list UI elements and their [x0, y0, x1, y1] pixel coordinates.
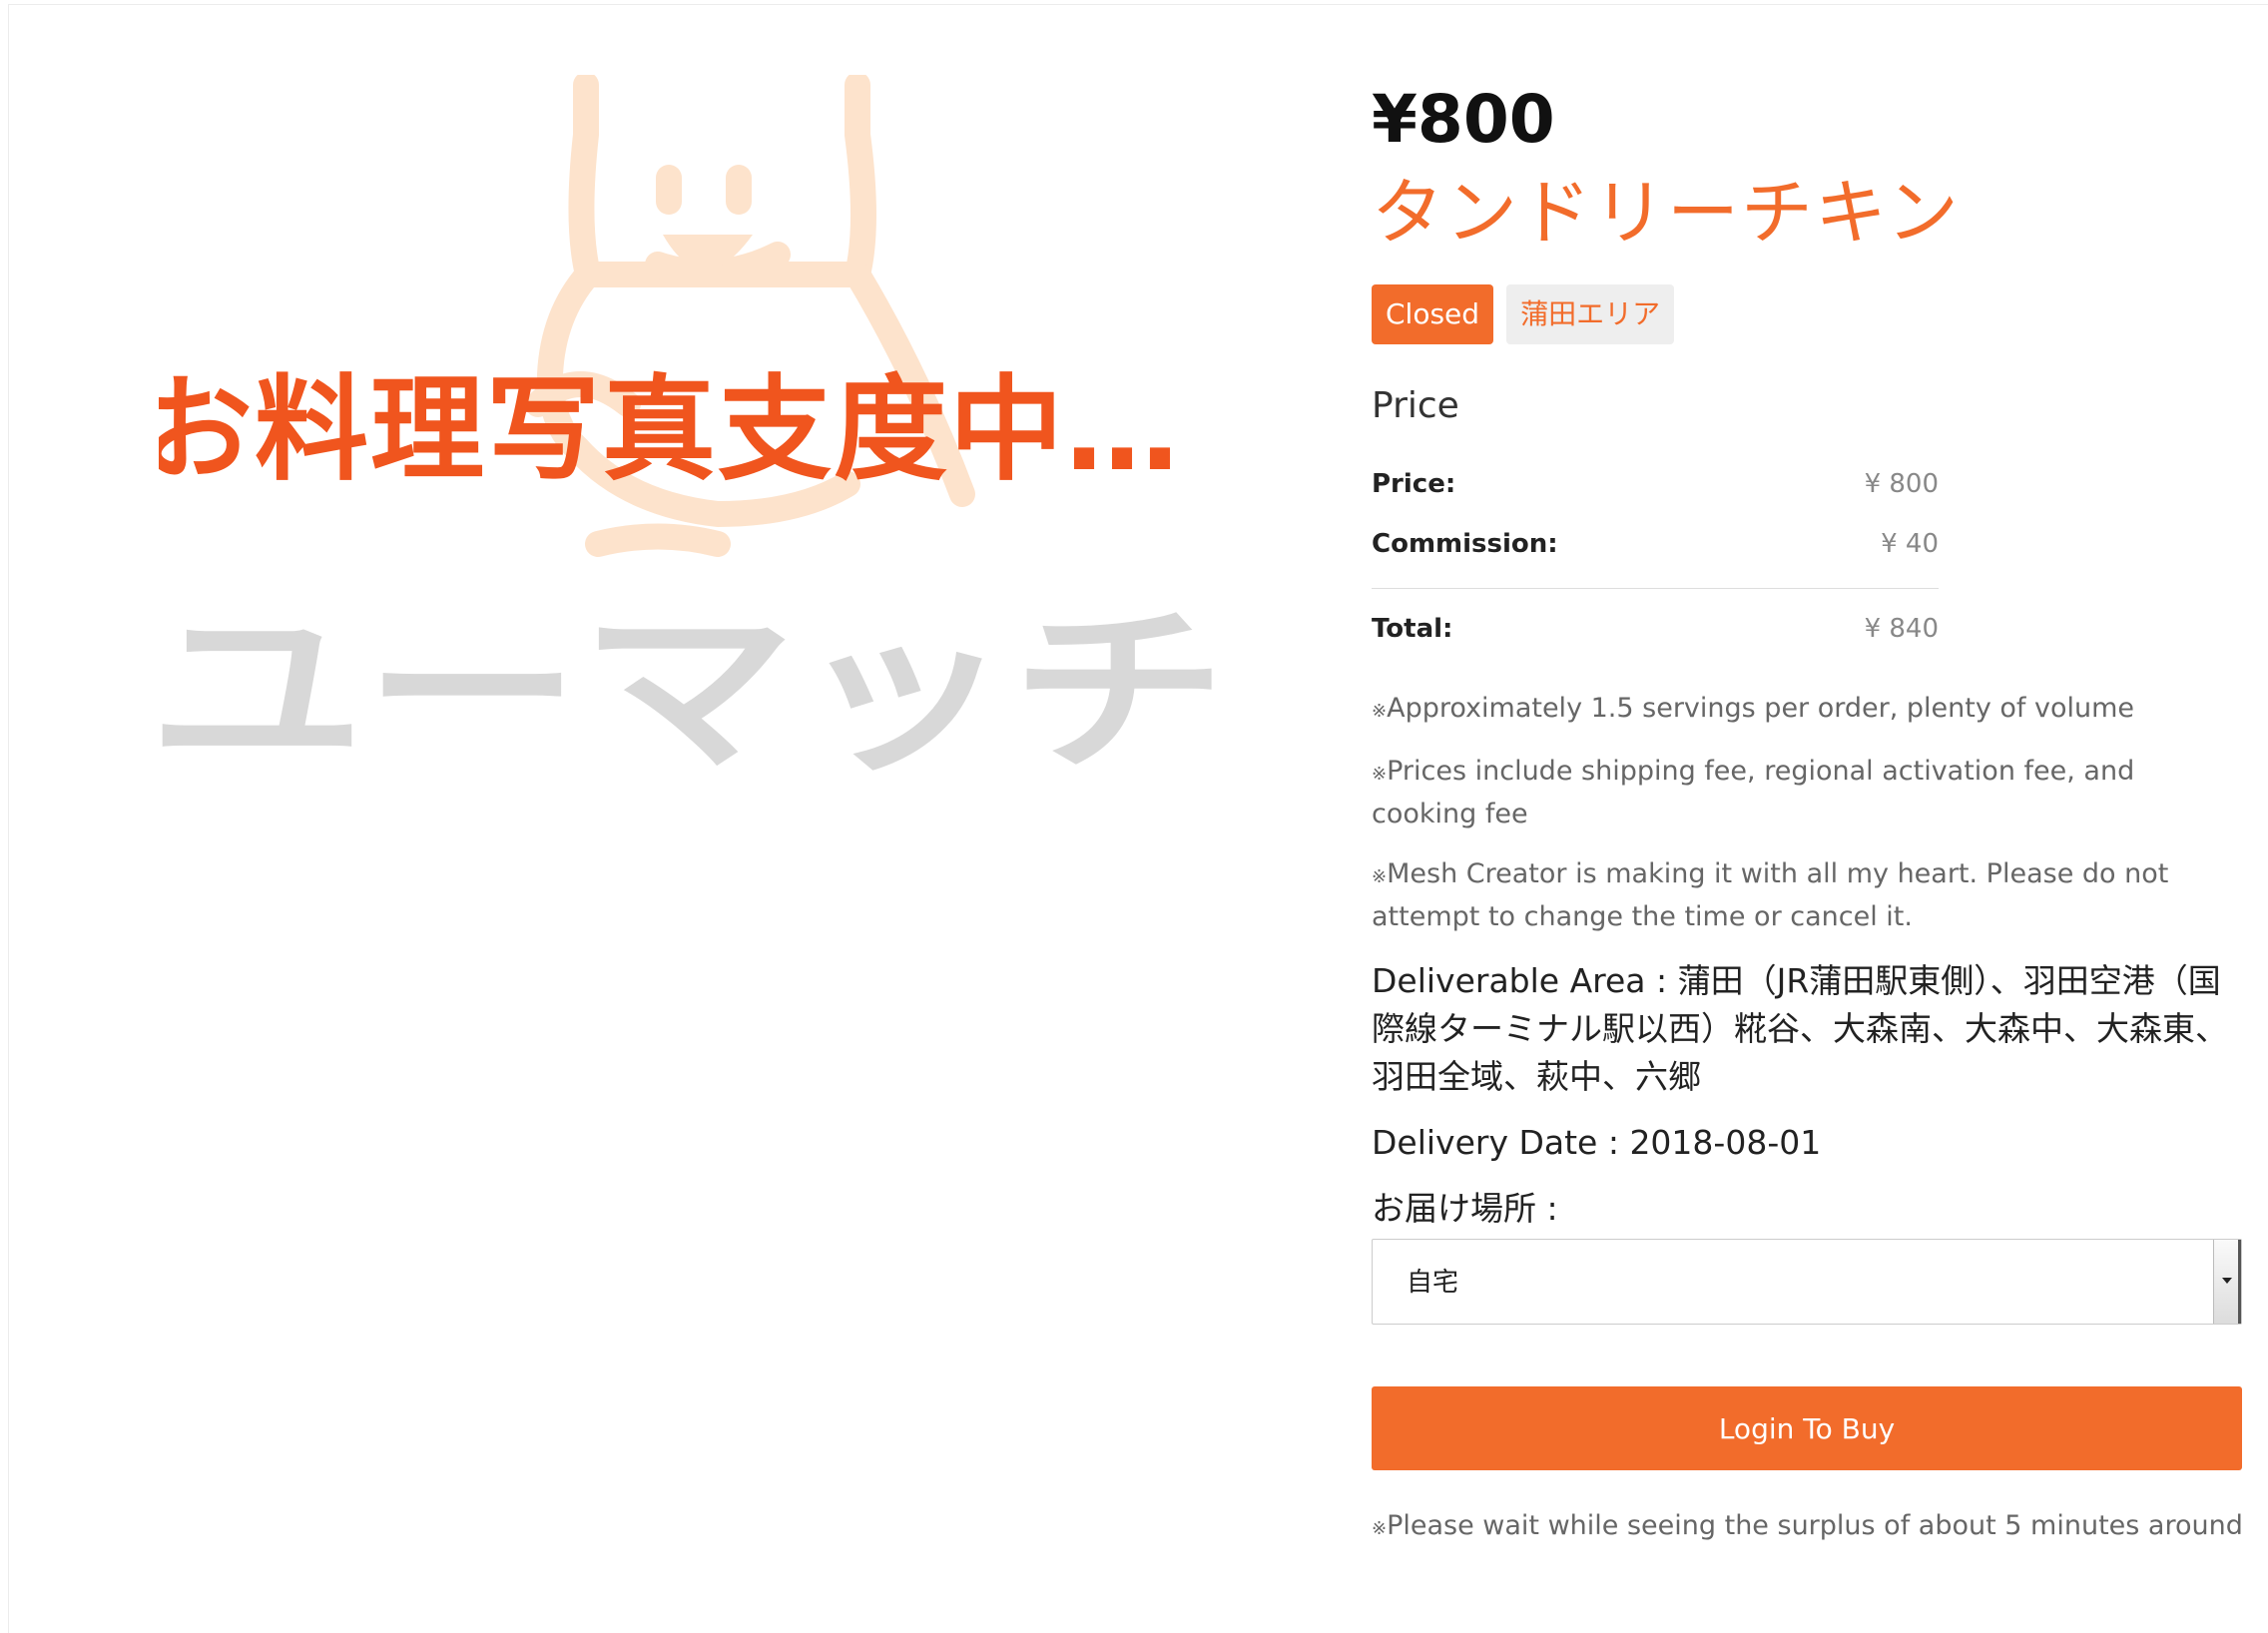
product-name: タンドリーチキン [1372, 171, 1961, 255]
total-label: Total: [1372, 614, 1453, 644]
price-value: ¥ 800 [1864, 469, 1939, 499]
image-logo-text: ユーマッチ [159, 588, 1227, 774]
product-image-placeholder: お料理写真支度中… ユーマッチ [139, 72, 1237, 797]
delivery-date: Delivery Date : 2018-08-01 [1372, 1123, 1822, 1162]
area-badge: 蒲田エリア [1506, 284, 1675, 344]
note-text: Mesh Creator is making it with all my he… [1372, 858, 2169, 932]
total-row: Total: ¥ 840 [1372, 599, 1939, 659]
note-text: Approximately 1.5 servings per order, pl… [1387, 693, 2135, 724]
note-item: ※Mesh Creator is making it with all my h… [1372, 854, 2230, 937]
commission-row: Commission: ¥ 40 [1372, 514, 1939, 574]
wait-note: ※Please wait while seeing the surplus of… [1372, 1506, 2243, 1549]
tag-list: Closed 蒲田エリア [1372, 284, 2243, 346]
note-mark: ※ [1372, 701, 1388, 722]
page-frame: お料理写真支度中… ユーマッチ ¥800 タンドリーチキン Closed 蒲田エ… [8, 4, 2268, 1633]
product-price: ¥800 [1372, 81, 1555, 158]
deliverable-area: Deliverable Area : 蒲田（JR蒲田駅東側）、羽田空港（国際線タ… [1372, 961, 2228, 1096]
image-caption: お料理写真支度中… [159, 363, 1181, 496]
delivery-location-label: お届け場所 : [1372, 1189, 1558, 1228]
note-item: ※Prices include shipping fee, regional a… [1372, 752, 2230, 834]
note-mark: ※ [1372, 764, 1388, 785]
product-details: ¥800 タンドリーチキン Closed 蒲田エリア Price Price: … [1372, 75, 2243, 1569]
commission-value: ¥ 40 [1881, 529, 1939, 559]
note-mark: ※ [1372, 1518, 1388, 1539]
price-label: Price: [1372, 469, 1456, 499]
price-section-title: Price [1372, 385, 1459, 426]
price-divider [1372, 588, 1939, 589]
chevron-down-icon [2222, 1278, 2232, 1284]
delivery-location-value: 自宅 [1407, 1268, 1459, 1298]
delivery-location-select[interactable]: 自宅 [1372, 1239, 2242, 1325]
price-table: Price: ¥ 800 Commission: ¥ 40 Total: ¥ 8… [1372, 454, 1939, 659]
total-value: ¥ 840 [1864, 614, 1939, 644]
note-mark: ※ [1372, 866, 1388, 887]
select-dropdown-button[interactable] [2213, 1240, 2241, 1324]
notes-list: ※Approximately 1.5 servings per order, p… [1372, 689, 2230, 937]
status-badge: Closed [1372, 284, 1494, 344]
commission-label: Commission: [1372, 529, 1558, 559]
price-row: Price: ¥ 800 [1372, 454, 1939, 514]
login-to-buy-button[interactable]: Login To Buy [1372, 1386, 2242, 1470]
note-text: Prices include shipping fee, regional ac… [1372, 756, 2135, 829]
wait-note-text: Please wait while seeing the surplus of … [1387, 1510, 2243, 1541]
note-item: ※Approximately 1.5 servings per order, p… [1372, 689, 2230, 732]
